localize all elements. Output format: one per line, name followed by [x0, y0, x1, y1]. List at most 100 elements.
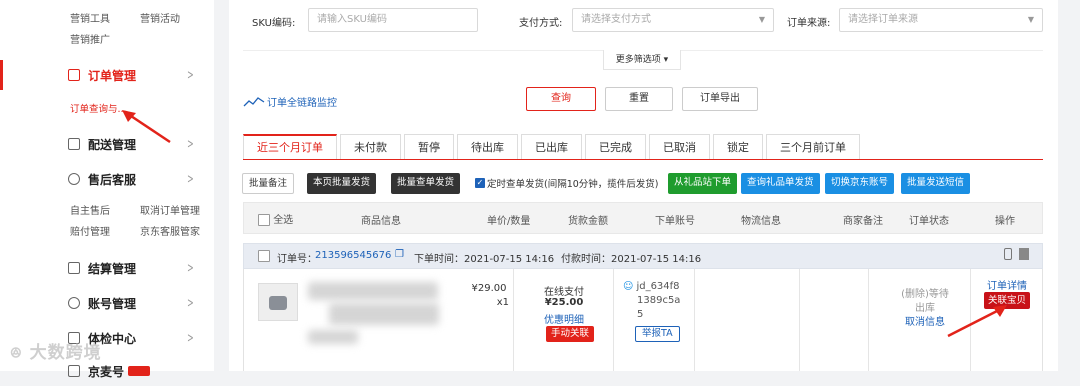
account-line-2: 1389c5a — [637, 295, 681, 306]
chevron-down-icon: ▼ — [1027, 15, 1034, 24]
manual-link-button[interactable]: 手动关联 — [546, 326, 594, 342]
blurred-product-id — [308, 330, 358, 344]
chevron-right-icon: > — [187, 331, 194, 346]
gift-query-button[interactable]: 查询礼品单发货 — [741, 173, 820, 194]
sidebar-item-label: 账号管理 — [88, 296, 137, 311]
sku-placeholder: 请输入SKU编码 — [317, 14, 387, 25]
tab-cancelled[interactable]: 已取消 — [649, 134, 710, 160]
jingmai-icon — [68, 365, 80, 377]
watermark-logo-icon: ꔮ — [10, 344, 23, 362]
quantity: x1 — [496, 297, 509, 308]
tab-outbound[interactable]: 已出库 — [521, 134, 582, 160]
order-id-label: 订单号： — [277, 254, 317, 265]
marketing-row-1: 营销工具 营销活动 — [70, 10, 180, 25]
pay-method-select[interactable]: 请选择支付方式 ▼ — [572, 8, 774, 32]
order-id-link[interactable]: 213596545676 — [315, 250, 391, 261]
sidebar-link-marketing-tools[interactable]: 营销工具 — [70, 10, 140, 25]
timed-ship-checkbox[interactable]: ✓ 定时查单发货(间隔10分钟，揽件后发货) — [475, 176, 659, 190]
chevron-right-icon: > — [187, 261, 194, 276]
table-header: 全选 商品信息 单价/数量 货款金额 下单账号 物流信息 商家备注 订单状态 操… — [243, 202, 1043, 234]
batch-ship-page-button[interactable]: 本页批量发货 — [307, 173, 377, 194]
chevron-right-icon: > — [187, 296, 194, 311]
tab-older-orders[interactable]: 三个月前订单 — [766, 134, 860, 160]
after-sales-row-2: 赔付管理 京东客服管家 — [70, 223, 200, 238]
sidebar-item-label: 配送管理 — [88, 137, 137, 152]
sidebar-item-delivery[interactable]: 配送管理 > — [0, 129, 214, 159]
gift-order-button[interactable]: 从礼品站下单 — [668, 173, 738, 194]
sidebar-link-marketing-activity[interactable]: 营销活动 — [140, 10, 180, 25]
copy-icon[interactable]: ❐ — [395, 249, 404, 260]
col-order-status: 订单状态 — [909, 216, 949, 227]
batch-ship-query-button[interactable]: 批量查单发货 — [391, 173, 461, 194]
col-payment-amount: 货款金额 — [568, 216, 608, 227]
tab-recent-three-months[interactable]: 近三个月订单 — [243, 134, 337, 160]
product-thumbnail[interactable] — [258, 283, 298, 321]
tab-unpaid[interactable]: 未付款 — [340, 134, 401, 160]
sidebar-link-self-after-sales[interactable]: 自主售后 — [70, 202, 140, 217]
switch-account-button[interactable]: 切换京东账号 — [825, 173, 895, 194]
divider — [613, 269, 614, 371]
sku-input[interactable]: 请输入SKU编码 — [308, 8, 478, 32]
sidebar-link-compensation[interactable]: 赔付管理 — [70, 223, 140, 238]
col-merchant-note: 商家备注 — [843, 216, 883, 227]
batch-note-button[interactable]: 批量备注 — [242, 173, 295, 194]
status-line-1: (删除)等待 — [901, 289, 949, 300]
order-chain-monitor-link[interactable]: 订单全链路监控 — [243, 94, 337, 109]
reset-button[interactable]: 重置 — [605, 87, 673, 111]
order-tabs: 近三个月订单 未付款 暂停 待出库 已出库 已完成 已取消 锁定 三个月前订单 — [243, 134, 863, 160]
divider — [694, 269, 695, 371]
more-filters-button[interactable]: 更多筛选项 ▾ — [603, 50, 681, 70]
divider — [799, 269, 800, 371]
calculator-icon — [68, 262, 80, 274]
flag-icon[interactable] — [1019, 248, 1029, 260]
sidebar-link-marketing-promo[interactable]: 营销推广 — [70, 31, 110, 46]
payment-amount: ¥25.00 — [544, 297, 584, 308]
order-time: 下单时间：2021-07-15 14:16 — [414, 254, 555, 265]
sidebar-item-settlement[interactable]: 结算管理 > — [0, 253, 214, 283]
order-source-label: 订单来源: — [787, 18, 831, 29]
sidebar-item-label: 订单管理 — [88, 68, 137, 83]
user-icon — [68, 297, 80, 309]
tab-locked[interactable]: 锁定 — [713, 134, 763, 160]
col-order-account: 下单账号 — [655, 216, 695, 227]
tab-paused[interactable]: 暂停 — [404, 134, 454, 160]
order-checkbox[interactable] — [258, 250, 270, 262]
batch-sms-button[interactable]: 批量发送短信 — [901, 173, 971, 194]
sidebar-item-label: 结算管理 — [88, 261, 137, 276]
tab-pending-outbound[interactable]: 待出库 — [457, 134, 518, 160]
blurred-product-sku — [329, 303, 439, 325]
sku-label: SKU编码: — [252, 18, 296, 29]
order-detail-link[interactable]: 订单详情 — [979, 277, 1035, 292]
pay-method: 在线支付 — [544, 287, 584, 298]
order-source-placeholder: 请选择订单来源 — [848, 14, 918, 25]
sidebar-item-after-sales[interactable]: 售后客服 > — [0, 164, 214, 194]
select-all-checkbox[interactable]: 全选 — [258, 211, 293, 226]
watermark: ꔮ 大数跨境 — [10, 338, 102, 363]
marketing-row-2: 营销推广 — [70, 31, 110, 46]
query-button[interactable]: 查询 — [526, 87, 596, 111]
sidebar-item-account[interactable]: 账号管理 > — [0, 288, 214, 318]
col-logistics: 物流信息 — [741, 216, 781, 227]
blurred-product-title — [308, 282, 438, 300]
report-button[interactable]: 举报TA — [635, 326, 680, 342]
order-source-select[interactable]: 请选择订单来源 ▼ — [839, 8, 1043, 32]
chevron-down-icon: ▼ — [758, 15, 765, 24]
chevron-right-icon: > — [187, 137, 194, 152]
phone-icon[interactable] — [1004, 248, 1012, 260]
monitor-label: 订单全链路监控 — [267, 98, 337, 109]
discount-detail-link[interactable]: 优惠明细 — [524, 311, 604, 326]
sidebar: 营销工具 营销活动 营销推广 订单管理 > 订单查询与... 配送管理 > 售后… — [0, 0, 214, 379]
sidebar-link-cancel-order[interactable]: 取消订单管理 — [140, 202, 200, 217]
col-product-info: 商品信息 — [361, 216, 401, 227]
unit-price: ¥29.00 — [471, 283, 507, 294]
sidebar-link-cs-butler[interactable]: 京东客服管家 — [140, 223, 200, 238]
sidebar-item-order-management[interactable]: 订单管理 > — [0, 60, 214, 90]
truck-icon — [68, 138, 80, 150]
order-header-row: 订单号： 213596545676 ❐ 下单时间：2021-07-15 14:1… — [243, 243, 1043, 269]
tab-completed[interactable]: 已完成 — [585, 134, 646, 160]
pay-method-label: 支付方式: — [519, 18, 563, 29]
export-orders-button[interactable]: 订单导出 — [682, 87, 758, 111]
new-badge — [128, 366, 151, 376]
chevron-right-icon: > — [187, 68, 194, 83]
chevron-right-icon: > — [187, 172, 194, 187]
